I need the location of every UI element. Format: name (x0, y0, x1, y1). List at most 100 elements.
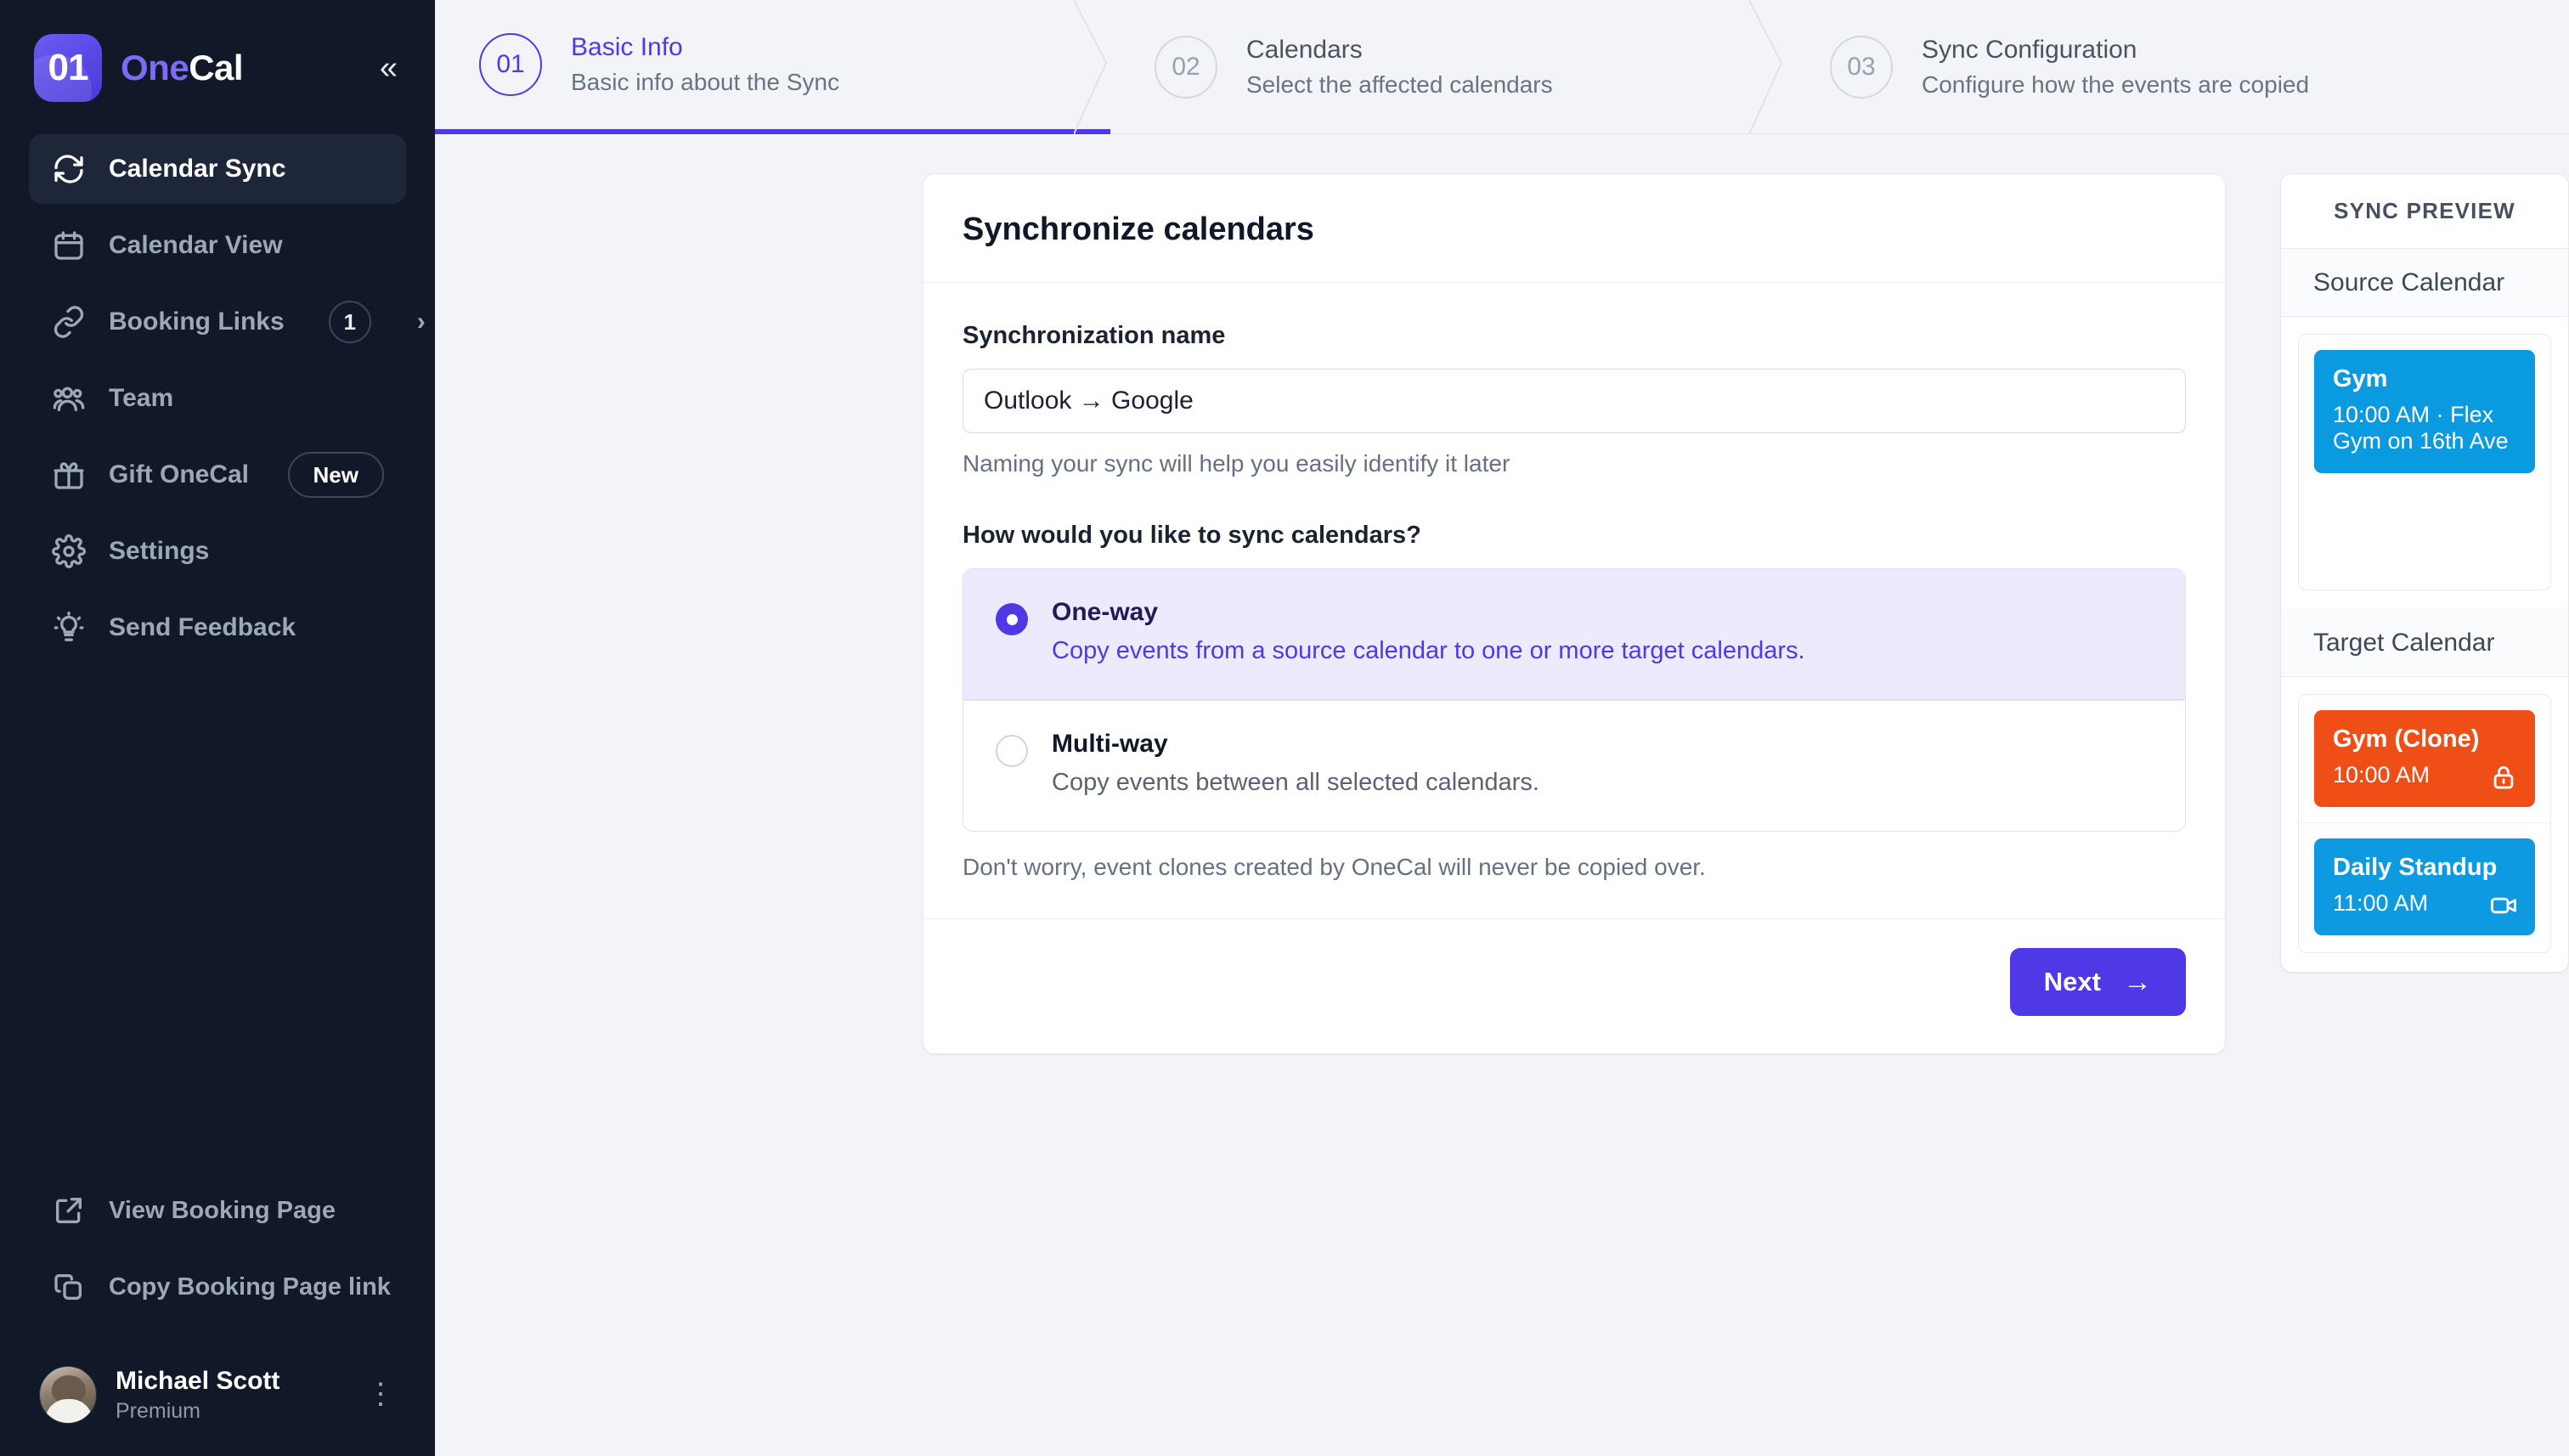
next-button-label: Next (2043, 967, 2101, 996)
card-header: Synchronize calendars (923, 174, 2225, 283)
step-subtitle: Basic info about the Sync (571, 69, 839, 95)
sync-preview-heading: SYNC PREVIEW (2281, 174, 2568, 249)
card-body: Synchronization name Naming your sync wi… (923, 283, 2225, 898)
source-calendar-box: Gym 10:00 AM · Flex Gym on 16th Ave (2298, 334, 2551, 590)
sync-name-input[interactable] (963, 369, 2186, 433)
sidebar-item-calendar-sync[interactable]: Calendar Sync (29, 134, 406, 204)
brand-name-one: One (121, 48, 189, 87)
sidebar-bottom-links: View Booking Page Copy Booking Page link (0, 1176, 435, 1329)
gear-icon (51, 533, 87, 569)
next-button[interactable]: Next → (2009, 948, 2186, 1016)
video-icon (2489, 891, 2518, 920)
avatar (39, 1366, 97, 1424)
brand-name: OneCal (121, 48, 244, 88)
sidebar-item-team[interactable]: Team (29, 364, 406, 433)
sidebar-item-copy-booking-page-link[interactable]: Copy Booking Page link (29, 1252, 406, 1322)
copy-icon (51, 1269, 87, 1305)
stepper-step-sync-configuration[interactable]: 03 Sync Configuration Configure how the … (1786, 0, 2569, 134)
logo-mark-text: 01 (48, 47, 89, 88)
user-profile[interactable]: Michael Scott Premium ⋮ (0, 1346, 435, 1456)
target-calendar-box: Gym (Clone) 10:00 AM Daily Standup 11:00… (2298, 694, 2551, 953)
sidebar-item-booking-links[interactable]: Booking Links 1 › (29, 287, 426, 357)
link-icon (51, 304, 87, 340)
user-meta: Michael Scott Premium (116, 1367, 279, 1424)
sidebar-item-label: Copy Booking Page link (109, 1273, 391, 1301)
sidebar-item-calendar-view[interactable]: Calendar View (29, 211, 406, 280)
stepper: 01 Basic Info Basic info about the Sync … (435, 0, 2569, 134)
sidebar: 01 OneCal « Calendar Sync Calendar View … (0, 0, 435, 1456)
clone-note: Don't worry, event clones created by One… (963, 854, 1706, 880)
source-calendar-label: Source Calendar (2281, 249, 2568, 317)
step-number: 03 (1830, 35, 1893, 99)
basic-info-card: Synchronize calendars Synchronization na… (923, 173, 2226, 1054)
sync-mode-radio-group: One-way Copy events from a source calend… (963, 568, 2186, 832)
booking-links-count-badge: 1 (328, 301, 371, 343)
step-title: Sync Configuration (1922, 35, 2137, 64)
step-subtitle: Configure how the events are copied (1922, 71, 2310, 98)
step-title: Basic Info (571, 33, 683, 61)
sidebar-item-send-feedback[interactable]: Send Feedback (29, 593, 406, 663)
brand-header: 01 OneCal « (0, 0, 435, 105)
kebab-menu-icon[interactable]: ⋮ (366, 1380, 396, 1408)
user-plan: Premium (116, 1398, 201, 1423)
lightbulb-icon (51, 610, 87, 646)
radio-option-title: One-way (1052, 598, 1159, 626)
calendar-icon (51, 228, 87, 263)
stepper-step-calendars[interactable]: 02 Calendars Select the affected calenda… (1110, 0, 1786, 134)
content-area: Synchronize calendars Synchronization na… (435, 134, 2569, 1054)
sync-name-helper: Naming your sync will help you easily id… (963, 450, 1510, 477)
target-calendar-label: Target Calendar (2281, 609, 2568, 677)
event-subtitle: 10:00 AM · Flex Gym on 16th Ave (2333, 402, 2509, 454)
target-calendar-body: Gym (Clone) 10:00 AM Daily Standup 11:00… (2281, 677, 2568, 972)
event-title: Gym (Clone) (2333, 725, 2480, 753)
arrow-right-icon: → (2123, 966, 2152, 998)
step-subtitle: Select the affected calendars (1246, 71, 1553, 98)
app-root: 01 OneCal « Calendar Sync Calendar View … (0, 0, 2569, 1456)
step-title: Calendars (1246, 35, 1363, 64)
sidebar-item-label: Calendar Sync (109, 155, 286, 183)
sidebar-item-label: Settings (109, 537, 210, 565)
sidebar-item-view-booking-page[interactable]: View Booking Page (29, 1176, 406, 1245)
gift-new-badge: New (287, 452, 384, 498)
users-icon (51, 381, 87, 416)
step-divider-chevron-icon (1749, 0, 1787, 134)
card-footer: Next → (923, 918, 2225, 1053)
sidebar-item-settings[interactable]: Settings (29, 516, 406, 586)
sync-icon (51, 151, 87, 187)
target-event-daily-standup[interactable]: Daily Standup 11:00 AM (2314, 838, 2535, 935)
gift-icon (51, 457, 87, 493)
brand-name-cal: Cal (189, 48, 244, 87)
step-divider-chevron-icon (1074, 0, 1111, 134)
radio-option-title: Multi-way (1052, 730, 1168, 758)
event-title: Gym (2333, 365, 2388, 392)
onecal-logo-icon: 01 (34, 34, 102, 102)
radio-dot-icon[interactable] (996, 735, 1028, 767)
sidebar-item-gift-onecal[interactable]: Gift OneCal New (29, 440, 406, 510)
step-number: 01 (479, 33, 542, 96)
sidebar-item-label: Calendar View (109, 231, 283, 259)
sync-mode-question: How would you like to sync calendars? (963, 522, 1421, 549)
sidebar-item-label: View Booking Page (109, 1196, 336, 1224)
external-link-icon (51, 1193, 87, 1228)
sidebar-item-label: Send Feedback (109, 613, 296, 641)
user-name: Michael Scott (116, 1366, 280, 1395)
sidebar-item-label: Gift OneCal (109, 460, 250, 488)
step-number: 02 (1155, 35, 1217, 99)
radio-option-one-way[interactable]: One-way Copy events from a source calend… (963, 569, 2185, 700)
radio-dot-selected-icon[interactable] (996, 603, 1028, 635)
radio-option-multi-way[interactable]: Multi-way Copy events between all select… (963, 700, 2185, 831)
target-event-gym-clone[interactable]: Gym (Clone) 10:00 AM (2314, 710, 2535, 807)
sidebar-nav: Calendar Sync Calendar View Booking Link… (0, 134, 435, 669)
sync-name-label: Synchronization name (963, 322, 1226, 349)
stepper-step-basic-info[interactable]: 01 Basic Info Basic info about the Sync (435, 0, 1110, 134)
radio-option-description: Copy events between all selected calenda… (1052, 769, 1539, 796)
event-title: Daily Standup (2333, 854, 2498, 881)
event-divider (2299, 822, 2550, 823)
source-event-gym[interactable]: Gym 10:00 AM · Flex Gym on 16th Ave (2314, 350, 2535, 473)
chevrons-left-icon[interactable]: « (371, 47, 406, 89)
source-calendar-body: Gym 10:00 AM · Flex Gym on 16th Ave (2281, 317, 2568, 609)
lock-icon (2489, 763, 2518, 792)
sidebar-item-label: Team (109, 384, 174, 412)
chevron-right-icon[interactable]: › (417, 308, 426, 336)
